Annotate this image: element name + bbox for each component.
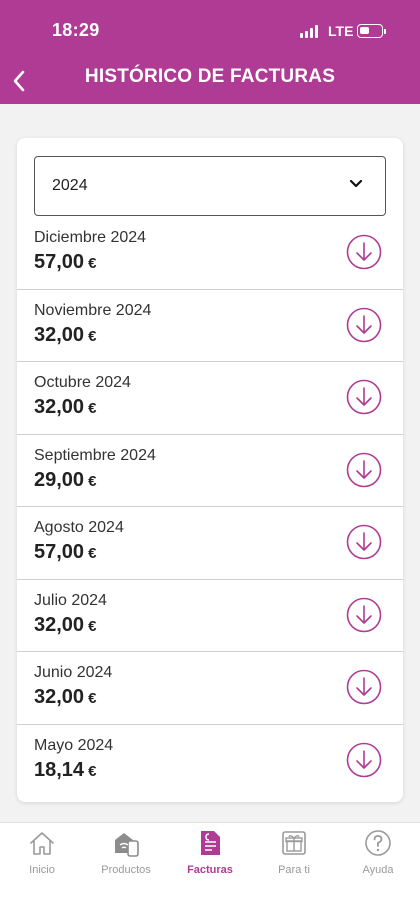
invoice-month: Septiembre 2024 bbox=[34, 446, 156, 464]
invoice-amount: 18,14 € bbox=[34, 759, 96, 782]
invoice-amount-value: 32,00 bbox=[34, 396, 85, 418]
invoice-row[interactable]: Mayo 2024 18,14 € bbox=[17, 725, 403, 798]
invoice-month: Julio 2024 bbox=[34, 591, 107, 609]
download-icon[interactable] bbox=[346, 597, 382, 633]
invoice-amount: 32,00 € bbox=[34, 614, 96, 637]
invoice-amount-value: 57,00 bbox=[34, 251, 85, 273]
signal-icon bbox=[300, 25, 320, 38]
download-icon[interactable] bbox=[346, 742, 382, 778]
invoice-amount: 32,00 € bbox=[34, 396, 96, 419]
bottom-tab-bar: Inicio Productos Facturas Para ti Ayuda bbox=[0, 822, 420, 911]
download-icon[interactable] bbox=[346, 379, 382, 415]
chevron-down-icon bbox=[349, 179, 363, 188]
invoice-amount: 57,00 € bbox=[34, 251, 96, 274]
tab-label: Para ti bbox=[278, 864, 310, 876]
invoice-row[interactable]: Noviembre 2024 32,00 € bbox=[17, 290, 403, 362]
invoice-card: 2024 Diciembre 2024 57,00 € Noviembre 202… bbox=[17, 138, 403, 802]
devices-icon bbox=[115, 833, 139, 857]
tab-label: Ayuda bbox=[362, 864, 394, 876]
invoice-icon bbox=[201, 831, 220, 855]
app-header: 18:29 LTE HISTÓRICO DE FACTURAS bbox=[0, 0, 420, 104]
invoice-amount-value: 29,00 bbox=[34, 468, 85, 491]
invoice-amount-value: 32,00 bbox=[34, 686, 85, 708]
invoice-amount: 32,00 € bbox=[34, 686, 96, 709]
year-select-value: 2024 bbox=[52, 177, 88, 194]
invoice-list: Diciembre 2024 57,00 € Noviembre 2024 32,… bbox=[17, 217, 403, 797]
tab-inicio[interactable]: Inicio bbox=[0, 829, 84, 881]
tab-label: Inicio bbox=[29, 864, 55, 876]
invoice-amount: 29,00 € bbox=[34, 469, 96, 492]
invoice-row[interactable]: Agosto 2024 57,00 € bbox=[17, 507, 403, 580]
invoice-amount-value: 32,00 bbox=[34, 323, 85, 346]
currency-symbol: € bbox=[88, 617, 97, 635]
invoice-amount-value: 32,00 bbox=[34, 613, 85, 636]
currency-symbol: € bbox=[88, 327, 97, 345]
battery-icon bbox=[357, 24, 386, 38]
download-icon[interactable] bbox=[346, 524, 382, 560]
invoice-month: Diciembre 2024 bbox=[34, 229, 147, 246]
status-bar: 18:29 LTE bbox=[0, 0, 420, 60]
help-icon bbox=[365, 830, 391, 856]
invoice-amount: 32,00 € bbox=[34, 324, 96, 347]
invoice-row[interactable]: Junio 2024 32,00 € bbox=[17, 652, 403, 725]
page-title: HISTÓRICO DE FACTURAS bbox=[84, 66, 336, 87]
download-icon[interactable] bbox=[346, 452, 382, 488]
currency-symbol: € bbox=[88, 255, 97, 272]
download-icon[interactable] bbox=[346, 234, 382, 270]
network-label: LTE bbox=[328, 23, 354, 39]
tab-ayuda[interactable]: Ayuda bbox=[336, 829, 420, 881]
invoice-row[interactable]: Octubre 2024 32,00 € bbox=[17, 362, 403, 435]
year-select[interactable]: 2024 bbox=[34, 156, 386, 216]
invoice-amount: 57,00 € bbox=[34, 541, 96, 564]
invoice-month: Junio 2024 bbox=[34, 664, 113, 681]
invoice-month: Agosto 2024 bbox=[34, 519, 124, 536]
tab-para-ti[interactable]: Para ti bbox=[252, 829, 336, 881]
invoice-row[interactable]: Julio 2024 32,00 € bbox=[17, 580, 403, 652]
download-icon[interactable] bbox=[346, 669, 382, 705]
status-time: 18:29 bbox=[52, 20, 100, 40]
tab-productos[interactable]: Productos bbox=[84, 829, 168, 881]
currency-symbol: € bbox=[88, 400, 97, 417]
gift-icon bbox=[282, 831, 306, 855]
tab-facturas[interactable]: Facturas bbox=[168, 829, 252, 881]
home-icon bbox=[30, 832, 54, 855]
download-icon[interactable] bbox=[346, 307, 382, 343]
currency-symbol: € bbox=[88, 690, 97, 707]
invoice-row[interactable]: Diciembre 2024 57,00 € bbox=[17, 217, 403, 290]
currency-symbol: € bbox=[88, 762, 97, 780]
invoice-amount-value: 18,14 bbox=[34, 758, 85, 781]
invoice-month: Noviembre 2024 bbox=[34, 301, 152, 319]
currency-symbol: € bbox=[88, 472, 97, 490]
tab-label: Facturas bbox=[187, 864, 233, 876]
invoice-row[interactable]: Septiembre 2024 29,00 € bbox=[17, 435, 403, 507]
currency-symbol: € bbox=[88, 545, 97, 562]
tab-label: Productos bbox=[101, 864, 151, 876]
invoice-month: Mayo 2024 bbox=[34, 736, 114, 754]
invoice-month: Octubre 2024 bbox=[34, 374, 131, 391]
invoice-amount-value: 57,00 bbox=[34, 541, 85, 563]
